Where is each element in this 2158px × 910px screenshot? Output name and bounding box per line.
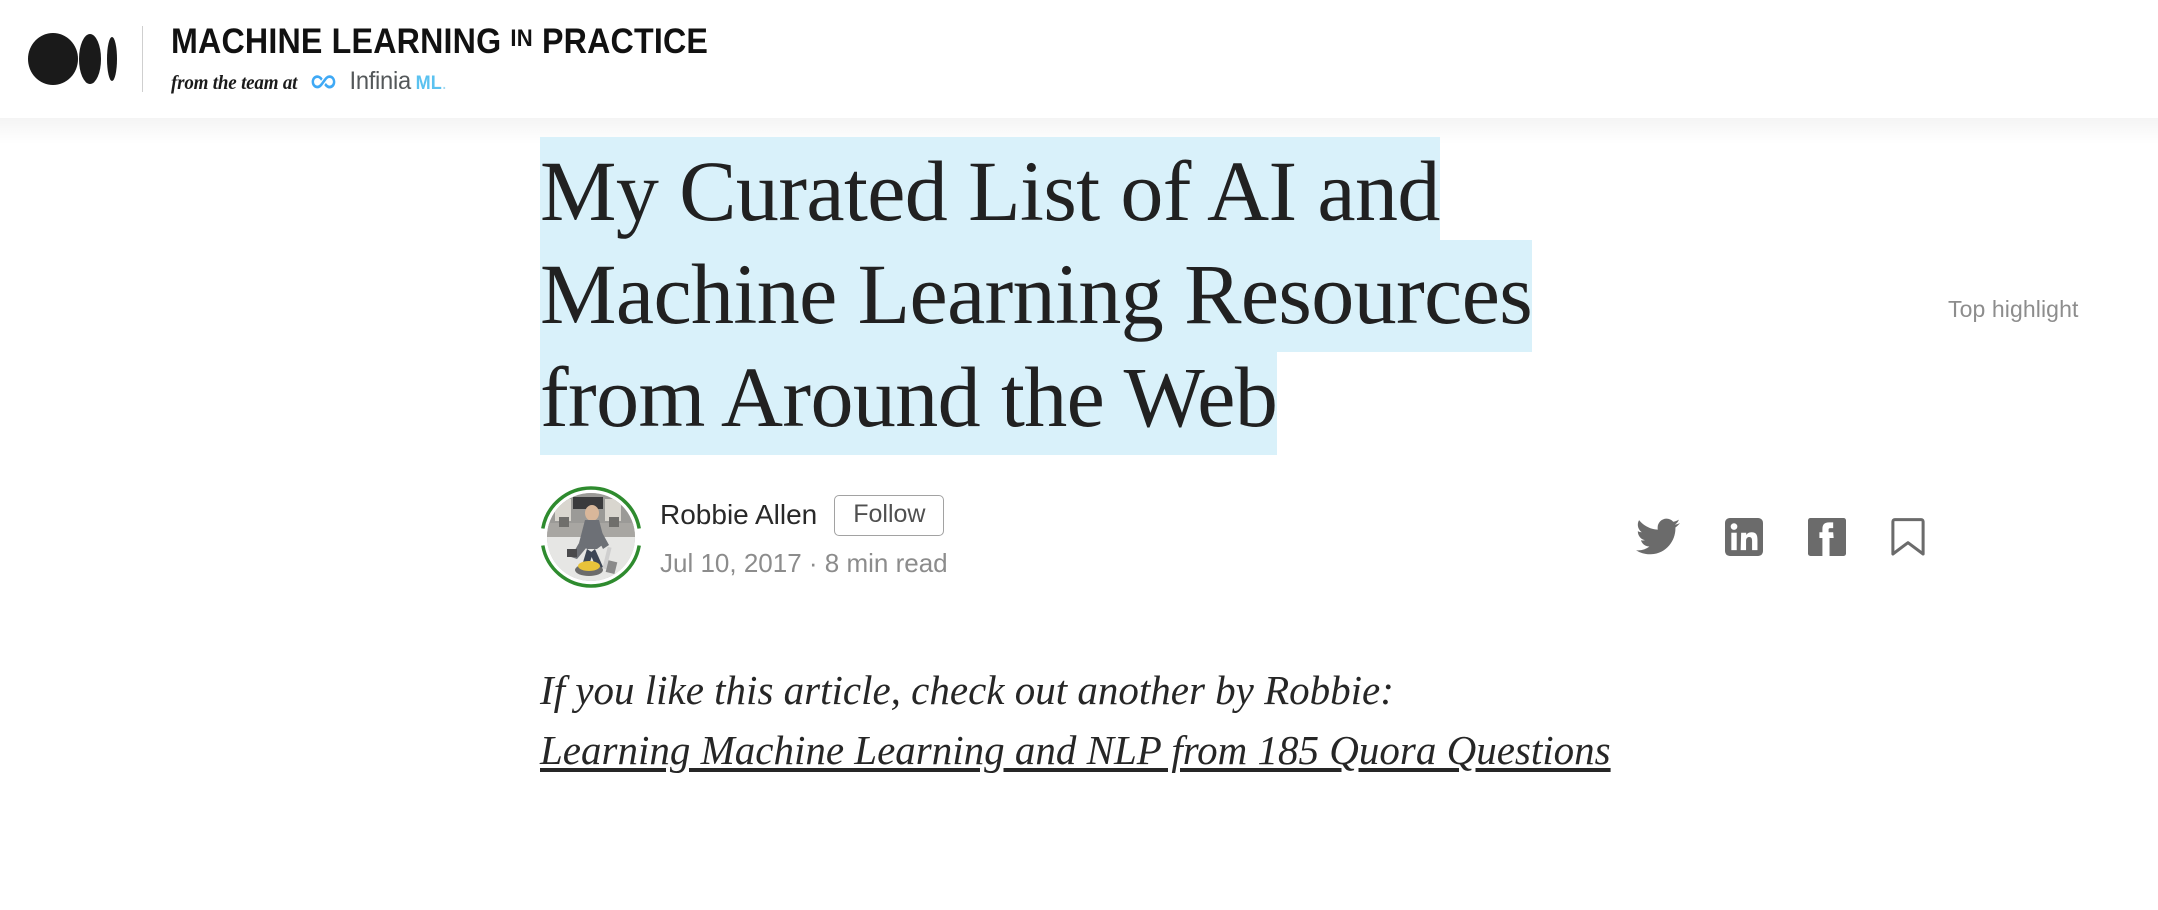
article-content-column: My Curated List of AI and Machine Learnin… bbox=[540, 137, 1925, 781]
byline-author-row: Robbie Allen Follow bbox=[660, 494, 948, 536]
publication-subline-text: from the team at bbox=[171, 72, 298, 94]
article-container: Top highlight My Curated List of AI and M… bbox=[0, 118, 2158, 781]
bookmark-icon[interactable] bbox=[1891, 516, 1925, 558]
publication-title-in: IN bbox=[510, 25, 533, 52]
byline: Robbie Allen Follow Jul 10, 2017 · 8 min… bbox=[540, 485, 1925, 588]
site-header: MACHINE LEARNING IN PRACTICE from the te… bbox=[0, 0, 2158, 144]
body-paragraph-intro: If you like this article, check out anot… bbox=[540, 666, 1394, 713]
publication-title-part2: PRACTICE bbox=[532, 22, 709, 61]
headline-line-3: from Around the Web bbox=[540, 343, 1278, 456]
infinity-icon bbox=[309, 72, 343, 97]
publication-title-part1: MACHINE LEARNING bbox=[171, 22, 511, 61]
related-article-link[interactable]: Learning Machine Learning and NLP from 1… bbox=[540, 727, 1611, 773]
facebook-icon[interactable] bbox=[1808, 517, 1846, 556]
author-name[interactable]: Robbie Allen bbox=[660, 499, 817, 531]
publication-branding[interactable]: MACHINE LEARNING IN PRACTICE from the te… bbox=[171, 22, 755, 96]
medium-logo-icon[interactable] bbox=[28, 29, 120, 89]
avatar[interactable] bbox=[540, 485, 642, 588]
headline-line-2: Machine Learning Resources bbox=[540, 240, 1533, 353]
publication-subline: from the team at Infinia ML . bbox=[171, 67, 726, 96]
linkedin-icon[interactable] bbox=[1725, 517, 1763, 556]
byline-text: Robbie Allen Follow Jul 10, 2017 · 8 min… bbox=[660, 494, 948, 579]
headline-line-1: My Curated List of AI and bbox=[540, 137, 1440, 249]
share-actions bbox=[1636, 516, 1925, 558]
avatar-photo bbox=[547, 492, 635, 581]
page-title: My Curated List of AI and Machine Learnin… bbox=[540, 137, 1710, 456]
article-body: If you like this article, check out anot… bbox=[540, 660, 1740, 781]
article-meta: Jul 10, 2017 · 8 min read bbox=[660, 547, 948, 578]
follow-button[interactable]: Follow bbox=[834, 494, 945, 536]
sponsor-dot: . bbox=[441, 73, 447, 94]
header-divider bbox=[142, 26, 143, 92]
sponsor-suffix: ML bbox=[415, 73, 442, 94]
sponsor-name: Infinia bbox=[349, 67, 412, 95]
top-highlight-label: Top highlight bbox=[1948, 296, 2079, 322]
twitter-icon[interactable] bbox=[1636, 518, 1680, 556]
publication-title: MACHINE LEARNING IN PRACTICE bbox=[171, 24, 708, 59]
